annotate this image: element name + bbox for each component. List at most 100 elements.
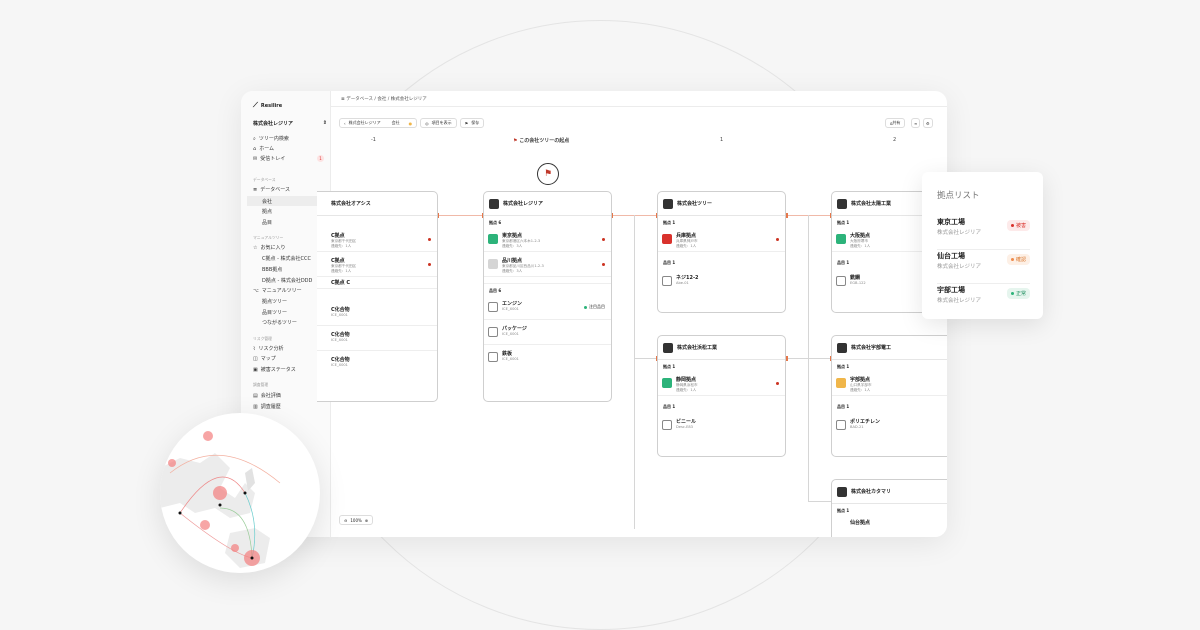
company-chip[interactable]: ‹ 株式会社レジリア 会社 ● (339, 118, 418, 128)
eye-icon: ◎ (425, 120, 429, 126)
site-count-label: 拠点 6 (489, 220, 502, 225)
site-row[interactable]: 宇部拠点 山口県宇部市 連絡先：1人 (832, 371, 947, 396)
status-dot (1010, 224, 1014, 227)
sidebar-item-site[interactable]: 拠点 (262, 208, 272, 215)
sidebar-item-survey-history[interactable]: ▥ 調査履歴 (253, 403, 281, 411)
sidebar-item-site-tree[interactable]: 拠点ツリー (262, 298, 287, 305)
share-button[interactable]: ⍝ 共有 (885, 118, 906, 128)
sidebar-item-home[interactable]: ⌂ ホーム (253, 145, 274, 153)
column-header-minus1: -1 (371, 137, 376, 143)
globe-map (160, 413, 320, 573)
building-icon (837, 198, 847, 209)
sidebar-item-item[interactable]: 品目 (262, 219, 272, 226)
sidebar-item-item-tree[interactable]: 品目ツリー (262, 309, 287, 316)
sidebar-item-map[interactable]: ◫ マップ (253, 355, 276, 363)
company-card-katamari[interactable]: 株式会社カタマリ 拠点 1 仙台拠点 (831, 479, 947, 537)
sidebar-item-inbox[interactable]: ✉ 受信トレイ (253, 155, 285, 163)
sidebar-item-c-site[interactable]: C拠点 - 株式会社CCC (262, 255, 311, 262)
site-row[interactable]: C拠点 C (317, 277, 437, 289)
site-list-row[interactable]: 仙台工場 株式会社レジリア 確認 (937, 251, 1030, 284)
app-logo: ⟋ Resilire (253, 101, 283, 109)
logo-icon: ⟋ (253, 101, 258, 109)
sidebar-item-bbb-site[interactable]: BBB拠点 (262, 266, 282, 273)
alert-dot (602, 238, 605, 241)
item-icon (488, 352, 498, 362)
site-row[interactable]: 静岡拠点 静岡県浜松市 連絡先：1人 (658, 371, 785, 396)
company-card-resilire[interactable]: 株式会社レジリア 拠点 6 東京拠点 東京都港区六本木1-2-3 連絡先：3人 品川… (483, 191, 612, 402)
status-badge: 正常 (1006, 288, 1030, 299)
building-icon (837, 342, 847, 353)
save-button[interactable]: ⚑ 保存 (459, 118, 485, 128)
tree-icon: ⌥ (253, 287, 259, 294)
sidebar-item-manual-tree[interactable]: ⌥ マニュアルツリー (253, 287, 302, 295)
sidebar-item-search[interactable]: ⌕ ツリー内検索 (253, 135, 289, 143)
building-icon (837, 486, 847, 497)
item-icon (836, 276, 846, 286)
risk-bubble (213, 486, 227, 500)
company-card-header: 株式会社カタマリ (832, 480, 947, 504)
site-row[interactable]: C拠点 東京都千代田区 連絡先：1人 (317, 227, 437, 252)
status-dot (1010, 292, 1014, 295)
item-row[interactable]: C化合物 ICE_X001 (317, 301, 437, 326)
site-list-row[interactable]: 宇部工場 株式会社レジリア 正常 (937, 285, 1030, 318)
site-row[interactable]: 品川拠点 東京都品川区西品川1-2-3 連絡先：3人 (484, 252, 611, 277)
connector (634, 358, 657, 359)
alert-dot (776, 382, 779, 385)
folder-icon: ▥ (253, 403, 258, 410)
sidebar-item-connected-tree[interactable]: つながるツリー (262, 319, 297, 326)
settings-button[interactable]: ⚙ (923, 118, 933, 128)
factory-icon (488, 259, 498, 269)
site-list-row[interactable]: 東京工場 株式会社レジリア 被害 (937, 217, 1030, 250)
company-card-header: 株式会社レジリア (484, 192, 611, 216)
sidebar-item-favorites[interactable]: ☆ お気に入り (253, 244, 286, 252)
alert-dot (776, 238, 779, 241)
site-row[interactable]: 東京拠点 東京都港区六本木1-2-3 連絡先：3人 (484, 227, 611, 252)
company-card-hamamatsu[interactable]: 株式会社浜松工業 拠点 1 静岡拠点 静岡県浜松市 連絡先：1人 品目 1 ビニール… (657, 335, 786, 457)
inbox-count-badge: 1 (317, 155, 324, 162)
zoom-control[interactable]: ⊖ 100% ⊕ (339, 515, 374, 525)
item-icon (488, 327, 498, 337)
item-row[interactable]: C化合物 ICE_X001 (317, 351, 437, 376)
zoom-in-icon: ⊕ (364, 517, 369, 523)
risk-bubble (203, 431, 213, 441)
building-icon (663, 342, 673, 353)
workspace-switcher[interactable]: 株式会社レジリア ⇕ (253, 120, 327, 127)
item-row[interactable]: ネジ12-2 Abe-01 (658, 269, 785, 294)
risk-bubble (200, 520, 210, 530)
company-card-tree[interactable]: 株式会社ツリー 拠点 1 兵庫拠点 兵庫県神戸市 連絡先：1人 品目 1 ネジ12-… (657, 191, 786, 313)
site-row[interactable]: 仙台拠点 (832, 515, 947, 537)
star-icon: ☆ (253, 244, 258, 251)
item-row[interactable]: パッケージ ICE_X001 (484, 320, 611, 345)
item-row[interactable]: ポリエチレン BAD-21 (832, 413, 947, 438)
company-card-ube[interactable]: 株式会社宇部電工 拠点 1 宇部拠点 山口県宇部市 連絡先：1人 品目 1 ポリエチ… (831, 335, 947, 457)
sidebar-item-company-eval[interactable]: ▤ 会社評価 (253, 392, 281, 400)
alert-dot (428, 238, 431, 241)
status-badge: 確認 (1006, 254, 1030, 265)
item-row[interactable]: C化合物 ICE_X001 (317, 326, 437, 351)
site-marker (218, 503, 222, 507)
connector (808, 501, 831, 502)
item-row[interactable]: ビニール Desc-E83 (658, 413, 785, 438)
item-row[interactable]: 鉄板 ICE_X001 (484, 345, 611, 370)
origin-flag-node[interactable]: ⚑ (537, 163, 559, 185)
site-row[interactable]: 兵庫拠点 兵庫県神戸市 連絡先：1人 (658, 227, 785, 252)
factory-icon (836, 234, 846, 244)
sidebar-item-damage-status[interactable]: ▣ 被害ステータス (253, 366, 296, 374)
sidebar-section-manual: マニュアルツリー (253, 235, 284, 240)
risk-bubble (168, 459, 176, 467)
sidebar-item-d-site[interactable]: D拠点 - 株式会社DDD (262, 277, 312, 284)
company-card-oasis[interactable]: 株式会社オアシス C拠点 東京都千代田区 連絡先：1人 C拠点 東京都千代田区 連絡先：… (317, 191, 438, 402)
sidebar-item-risk-analysis[interactable]: ⌇ リスク分析 (253, 345, 283, 353)
view-items-button[interactable]: ◎ 項目を表示 (420, 118, 457, 128)
link-button[interactable]: ∞ (911, 118, 921, 128)
app-window: ⟋ Resilire 株式会社レジリア ⇕ ⌕ ツリー内検索 ⌂ ホーム ✉ 受信トレイ … (241, 91, 947, 537)
site-row[interactable]: C拠点 東京都千代田区 連絡先：1人 (317, 252, 437, 277)
database-icon: ≣ (253, 186, 258, 193)
sidebar-item-database[interactable]: ≣ データベース (253, 186, 290, 194)
item-icon (488, 302, 498, 312)
connector (786, 358, 831, 359)
site-marker (243, 491, 247, 495)
item-row[interactable]: エンジン ICE_X001 注目品目 (484, 295, 611, 320)
column-header-plus2: 2 (893, 137, 897, 143)
status-dot (1010, 258, 1014, 261)
